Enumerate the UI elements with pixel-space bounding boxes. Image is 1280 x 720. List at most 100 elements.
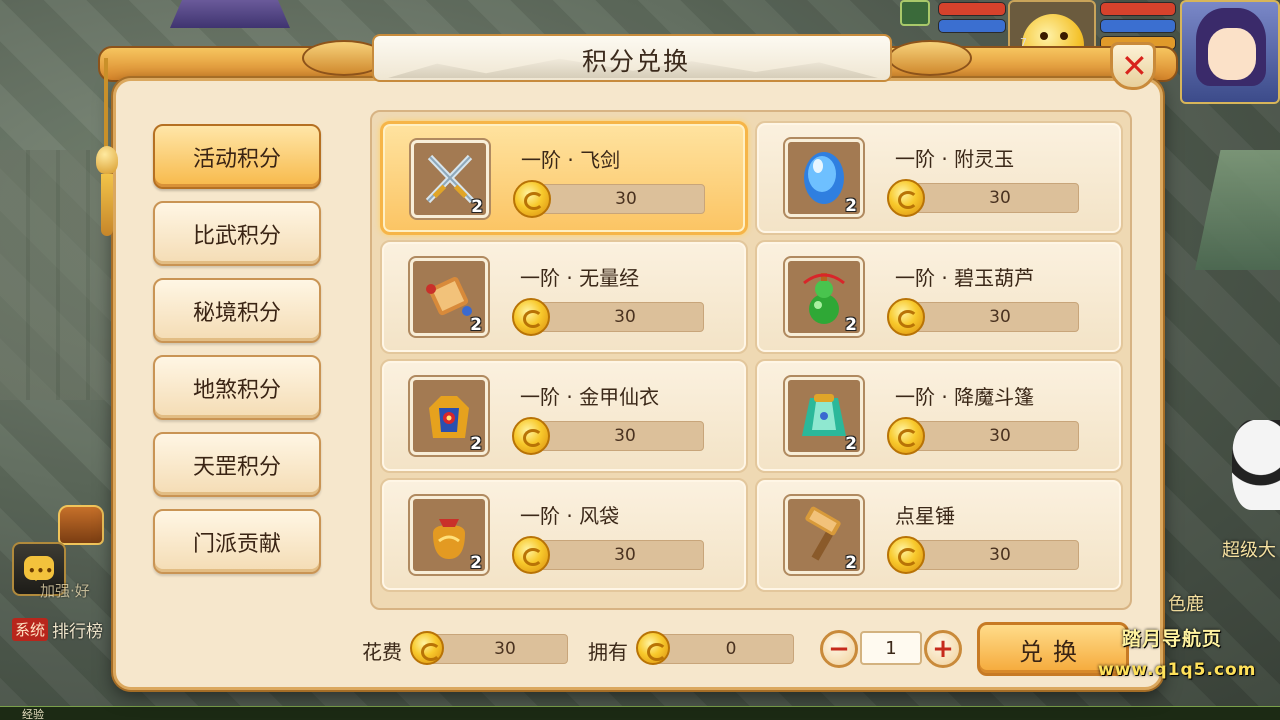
player-hp-bar — [1100, 2, 1176, 16]
item-price: 30 — [989, 426, 1011, 446]
item-icon-frame: 2 — [785, 258, 863, 336]
coin-icon — [887, 536, 925, 574]
tassel-ornament — [96, 58, 118, 238]
item-icon-frame: 2 — [410, 496, 488, 574]
item-icon-frame: 2 — [785, 377, 863, 455]
watermark-url: www.q1q5.com — [1098, 660, 1257, 680]
scene-player-name: 超级大 — [1222, 540, 1276, 561]
coin-icon — [887, 417, 925, 455]
system-message: 系统 排行榜 — [12, 617, 103, 642]
item-quantity: 2 — [470, 434, 482, 454]
item-icon-frame: 2 — [410, 258, 488, 336]
experience-label: 经验 — [22, 708, 44, 720]
increase-quantity-button[interactable]: + — [924, 630, 962, 668]
item-quantity: 2 — [470, 315, 482, 335]
item-icon-frame: 2 — [785, 496, 863, 574]
item-name: 一阶 · 碧玉葫芦 — [895, 266, 1035, 290]
item-card[interactable]: 2 一阶 · 风袋 30 — [380, 478, 748, 592]
coin-icon — [512, 417, 550, 455]
item-price-bar: 30 — [903, 540, 1079, 570]
item-card[interactable]: 2 一阶 · 碧玉葫芦 30 — [755, 240, 1123, 354]
points-category-nav: 活动积分 比武积分 秘境积分 地煞积分 天罡积分 门派贡献 — [153, 124, 321, 586]
item-price-bar: 30 — [903, 183, 1079, 213]
item-name: 一阶 · 降魔斗篷 — [895, 385, 1035, 409]
item-quantity: 2 — [845, 553, 857, 573]
background-stone-wall — [0, 150, 110, 400]
nav-item-duel-points[interactable]: 比武积分 — [153, 201, 321, 266]
item-price: 30 — [615, 189, 637, 209]
nav-item-tiangang-points[interactable]: 天罡积分 — [153, 432, 321, 497]
nav-item-secret-realm-points[interactable]: 秘境积分 — [153, 278, 321, 343]
system-text: 排行榜 — [52, 622, 104, 642]
nav-item-activity-points[interactable]: 活动积分 — [153, 124, 321, 189]
cost-value: 30 — [494, 639, 516, 659]
item-quantity: 2 — [845, 434, 857, 454]
item-name: 一阶 · 风袋 — [520, 504, 620, 528]
treasure-chest-icon[interactable] — [58, 505, 104, 545]
owned-label: 拥有 — [588, 640, 628, 664]
background-roof — [170, 0, 290, 28]
item-icon-frame: 2 — [785, 139, 863, 217]
background-building — [1195, 150, 1280, 270]
title-ornament-right — [888, 40, 972, 76]
nav-item-sect-contribution[interactable]: 门派贡献 — [153, 509, 321, 574]
scene-npc-name: 色鹿 — [1168, 594, 1204, 615]
pet-hp-bar — [938, 2, 1006, 16]
item-price: 30 — [614, 545, 636, 565]
item-card[interactable]: 2 一阶 · 附灵玉 30 — [755, 121, 1123, 235]
item-name: 一阶 · 无量经 — [520, 266, 640, 290]
coin-icon — [512, 536, 550, 574]
item-price: 30 — [989, 188, 1011, 208]
item-price-bar: 30 — [903, 302, 1079, 332]
item-card[interactable]: 2 点星锤 30 — [755, 478, 1123, 592]
coin-icon — [513, 180, 551, 218]
item-icon-frame: 2 — [411, 140, 489, 218]
coin-icon — [512, 298, 550, 336]
system-tag: 系统 — [12, 618, 49, 641]
item-card[interactable]: 2 一阶 · 飞剑 30 — [380, 121, 748, 235]
decrease-quantity-button[interactable]: − — [820, 630, 858, 668]
item-name: 一阶 · 金甲仙衣 — [520, 385, 660, 409]
owned-bar: 0 — [654, 634, 794, 664]
item-name: 一阶 · 飞剑 — [521, 148, 621, 172]
pet-mp-bar — [938, 19, 1006, 33]
watermark-title: 踏月导航页 — [1122, 628, 1223, 650]
item-quantity: 2 — [845, 315, 857, 335]
coin-icon — [887, 298, 925, 336]
player-avatar[interactable] — [1180, 0, 1280, 104]
experience-bar — [0, 706, 1280, 720]
item-price-bar: 30 — [903, 421, 1079, 451]
dialog-title: 积分兑换 — [582, 47, 691, 76]
item-price: 30 — [989, 307, 1011, 327]
coin-icon — [410, 631, 444, 665]
item-price-bar: 30 — [529, 184, 705, 214]
item-quantity: 2 — [470, 553, 482, 573]
close-button[interactable]: ✕ — [1110, 42, 1156, 90]
nav-item-disha-points[interactable]: 地煞积分 — [153, 355, 321, 420]
cost-label: 花费 — [362, 640, 402, 664]
item-price: 30 — [614, 307, 636, 327]
item-card[interactable]: 2 一阶 · 金甲仙衣 30 — [380, 359, 748, 473]
item-price-bar: 30 — [528, 540, 704, 570]
chat-hint-text: 加强·好 — [40, 582, 90, 600]
pet-status-bars — [938, 2, 1006, 36]
item-price: 30 — [989, 545, 1011, 565]
item-quantity: 2 — [471, 197, 483, 217]
item-name: 一阶 · 附灵玉 — [895, 147, 1015, 171]
close-icon: ✕ — [1121, 47, 1148, 85]
item-icon-frame: 2 — [410, 377, 488, 455]
cost-bar: 30 — [428, 634, 568, 664]
coin-icon — [636, 631, 670, 665]
owned-value: 0 — [725, 639, 737, 659]
item-price-bar: 30 — [528, 302, 704, 332]
item-price: 30 — [614, 426, 636, 446]
quantity-input[interactable] — [860, 631, 922, 665]
item-quantity: 2 — [845, 196, 857, 216]
item-card[interactable]: 2 一阶 · 降魔斗篷 30 — [755, 359, 1123, 473]
player-mp-bar — [1100, 19, 1176, 33]
item-card[interactable]: 2 一阶 · 无量经 30 — [380, 240, 748, 354]
coin-icon — [887, 179, 925, 217]
minimap-icon[interactable] — [900, 0, 930, 26]
item-price-bar: 30 — [528, 421, 704, 451]
item-name: 点星锤 — [895, 504, 955, 528]
